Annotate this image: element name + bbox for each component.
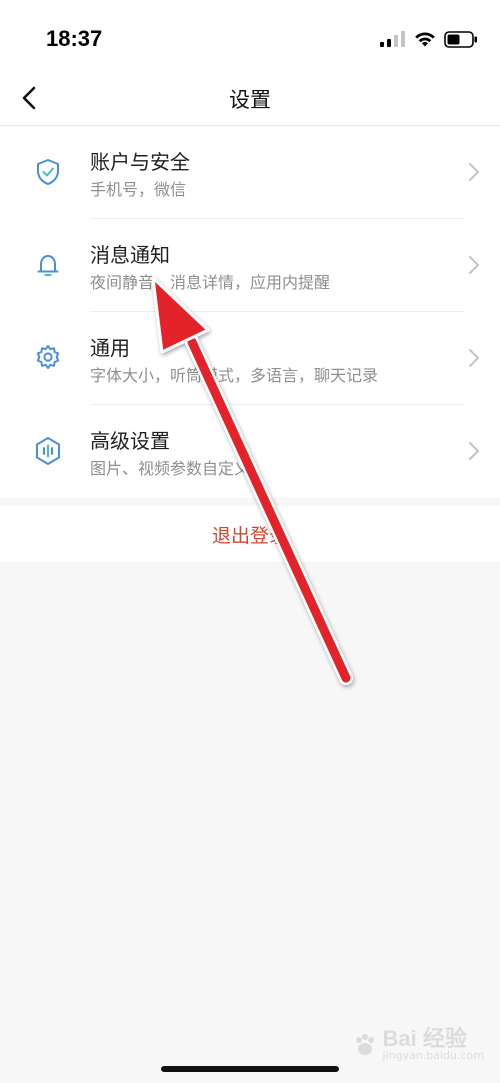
settings-item-title: 账户与安全 xyxy=(90,150,190,174)
status-bar: 18:37 xyxy=(0,0,500,78)
settings-item-title: 高级设置 xyxy=(90,429,170,453)
wifi-icon xyxy=(415,32,435,47)
settings-item-title: 通用 xyxy=(90,336,130,360)
watermark-url: jingyan.baidu.com xyxy=(382,1049,484,1062)
battery-icon xyxy=(444,30,477,48)
settings-item-advanced[interactable]: 高级设置 图片、视频参数自定义 xyxy=(0,405,500,498)
shield-check-icon xyxy=(37,159,59,185)
settings-item-subtitle: 手机号，微信 xyxy=(90,180,187,199)
logout-button[interactable]: 退出登录 xyxy=(0,506,500,562)
gear-icon xyxy=(36,345,60,369)
chevron-right-icon xyxy=(469,349,479,367)
navigation-bar: 设置 xyxy=(0,78,500,126)
settings-item-subtitle: 图片、视频参数自定义 xyxy=(90,459,251,478)
watermark-brand: Bai 经验 xyxy=(382,1026,467,1051)
settings-item-subtitle: 字体大小，听筒模式，多语言，聊天记录 xyxy=(90,366,379,385)
settings-item-subtitle: 夜间静音、消息详情，应用内提醒 xyxy=(90,273,331,292)
cellular-signal-icon xyxy=(380,31,405,47)
home-indicator[interactable] xyxy=(161,1066,339,1072)
page-title: 设置 xyxy=(229,88,271,112)
chevron-right-icon xyxy=(469,256,479,274)
bell-icon xyxy=(37,254,59,276)
watermark: Bai 经验 jingyan.baidu.com xyxy=(352,1028,484,1061)
paw-logo-icon xyxy=(356,1033,375,1055)
hexagon-bars-icon xyxy=(36,437,60,465)
settings-item-account-security[interactable]: 账户与安全 手机号，微信 xyxy=(0,126,500,219)
settings-item-notifications[interactable]: 消息通知 夜间静音、消息详情，应用内提醒 xyxy=(0,219,500,312)
logout-label: 退出登录 xyxy=(211,524,288,547)
settings-item-general[interactable]: 通用 字体大小，听筒模式，多语言，聊天记录 xyxy=(0,312,500,405)
status-time: 18:37 xyxy=(46,26,103,51)
chevron-right-icon xyxy=(469,163,479,181)
chevron-right-icon xyxy=(469,442,479,460)
settings-list: 账户与安全 手机号，微信 消息通知 夜间静音、消息详情，应用内提醒 通用 字体大… xyxy=(0,126,500,498)
settings-item-title: 消息通知 xyxy=(90,243,170,267)
status-icons xyxy=(380,28,478,50)
